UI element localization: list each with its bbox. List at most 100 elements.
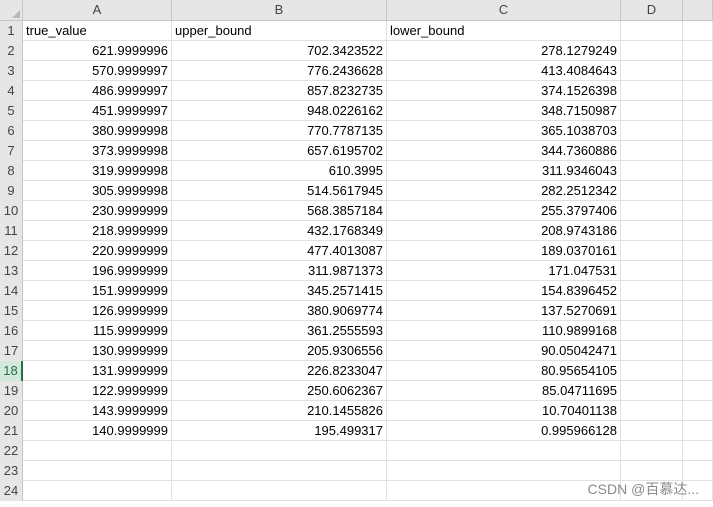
column-header-c[interactable]: C [387,0,621,20]
cell[interactable]: 10.70401138 [387,401,621,421]
cell[interactable] [683,61,713,81]
cell[interactable]: 115.9999999 [23,321,172,341]
cell[interactable]: 311.9346043 [387,161,621,181]
cell[interactable] [621,161,683,181]
cell[interactable] [621,181,683,201]
cell[interactable] [683,101,713,121]
row-header[interactable]: 8 [0,161,23,181]
cell[interactable]: 948.0226162 [172,101,387,121]
cell[interactable]: 621.9999996 [23,41,172,61]
cell[interactable] [683,81,713,101]
cell[interactable] [23,461,172,481]
cell[interactable]: 413.4084643 [387,61,621,81]
column-header-a[interactable]: A [23,0,172,20]
cell[interactable] [621,121,683,141]
row-header[interactable]: 21 [0,421,23,441]
cell[interactable]: 432.1768349 [172,221,387,241]
row-header[interactable]: 9 [0,181,23,201]
cell[interactable] [683,361,713,381]
row-header[interactable]: 1 [0,21,23,41]
cell[interactable] [683,341,713,361]
cell[interactable]: 122.9999999 [23,381,172,401]
cell[interactable]: 374.1526398 [387,81,621,101]
cell[interactable] [621,221,683,241]
row-header[interactable]: 6 [0,121,23,141]
cell[interactable]: 226.8233047 [172,361,387,381]
cell[interactable]: 154.8396452 [387,281,621,301]
cell[interactable]: 380.9999998 [23,121,172,141]
select-all-corner[interactable] [0,0,23,20]
column-header-e[interactable] [683,0,713,20]
cell[interactable] [683,281,713,301]
cell[interactable] [683,381,713,401]
row-header[interactable]: 18 [0,361,23,381]
cell[interactable]: 143.9999999 [23,401,172,421]
cell[interactable]: 311.9871373 [172,261,387,281]
cell[interactable] [683,321,713,341]
cell[interactable]: 196.9999999 [23,261,172,281]
cell[interactable]: 486.9999997 [23,81,172,101]
row-header[interactable]: 23 [0,461,23,481]
cell[interactable]: 451.9999997 [23,101,172,121]
cell[interactable]: 110.9899168 [387,321,621,341]
cell[interactable] [683,461,713,481]
cell[interactable]: 380.9069774 [172,301,387,321]
cell[interactable]: 770.7787135 [172,121,387,141]
cell[interactable]: 373.9999998 [23,141,172,161]
cell[interactable]: 776.2436628 [172,61,387,81]
column-header-b[interactable]: B [172,0,387,20]
cell[interactable] [621,341,683,361]
cell[interactable] [621,401,683,421]
cell[interactable]: 195.499317 [172,421,387,441]
cell[interactable] [683,161,713,181]
cell[interactable]: 361.2555593 [172,321,387,341]
cell[interactable] [683,141,713,161]
cell[interactable] [23,441,172,461]
cell[interactable]: 305.9999998 [23,181,172,201]
row-header[interactable]: 15 [0,301,23,321]
cell[interactable]: 130.9999999 [23,341,172,361]
row-header[interactable]: 3 [0,61,23,81]
row-header[interactable]: 4 [0,81,23,101]
cell[interactable] [621,261,683,281]
cell[interactable]: 230.9999999 [23,201,172,221]
cell[interactable] [172,441,387,461]
cell[interactable]: 514.5617945 [172,181,387,201]
cell[interactable]: 0.995966128 [387,421,621,441]
cell[interactable]: upper_bound [172,21,387,41]
row-header[interactable]: 14 [0,281,23,301]
cell[interactable]: true_value [23,21,172,41]
cell[interactable]: 140.9999999 [23,421,172,441]
cell[interactable]: 365.1038703 [387,121,621,141]
cell[interactable]: 348.7150987 [387,101,621,121]
cell[interactable]: lower_bound [387,21,621,41]
cell[interactable]: 90.05042471 [387,341,621,361]
cell[interactable] [621,441,683,461]
cell[interactable]: 255.3797406 [387,201,621,221]
cell[interactable]: 126.9999999 [23,301,172,321]
cell[interactable] [621,101,683,121]
cell[interactable]: 220.9999999 [23,241,172,261]
cell[interactable] [683,421,713,441]
cell[interactable]: 205.9306556 [172,341,387,361]
cell[interactable]: 210.1455826 [172,401,387,421]
cell[interactable]: 137.5270691 [387,301,621,321]
row-header[interactable]: 2 [0,41,23,61]
cell[interactable] [621,461,683,481]
cell[interactable]: 80.95654105 [387,361,621,381]
cell[interactable] [621,21,683,41]
cell[interactable]: 568.3857184 [172,201,387,221]
cell[interactable] [683,301,713,321]
cell[interactable]: 857.8232735 [172,81,387,101]
row-header[interactable]: 22 [0,441,23,461]
cell[interactable]: 702.3423522 [172,41,387,61]
cell[interactable]: 151.9999999 [23,281,172,301]
cell[interactable] [683,41,713,61]
cell[interactable] [683,201,713,221]
cell[interactable]: 610.3995 [172,161,387,181]
cell[interactable] [683,241,713,261]
row-header[interactable]: 20 [0,401,23,421]
row-header[interactable]: 16 [0,321,23,341]
row-header[interactable]: 7 [0,141,23,161]
row-header[interactable]: 5 [0,101,23,121]
